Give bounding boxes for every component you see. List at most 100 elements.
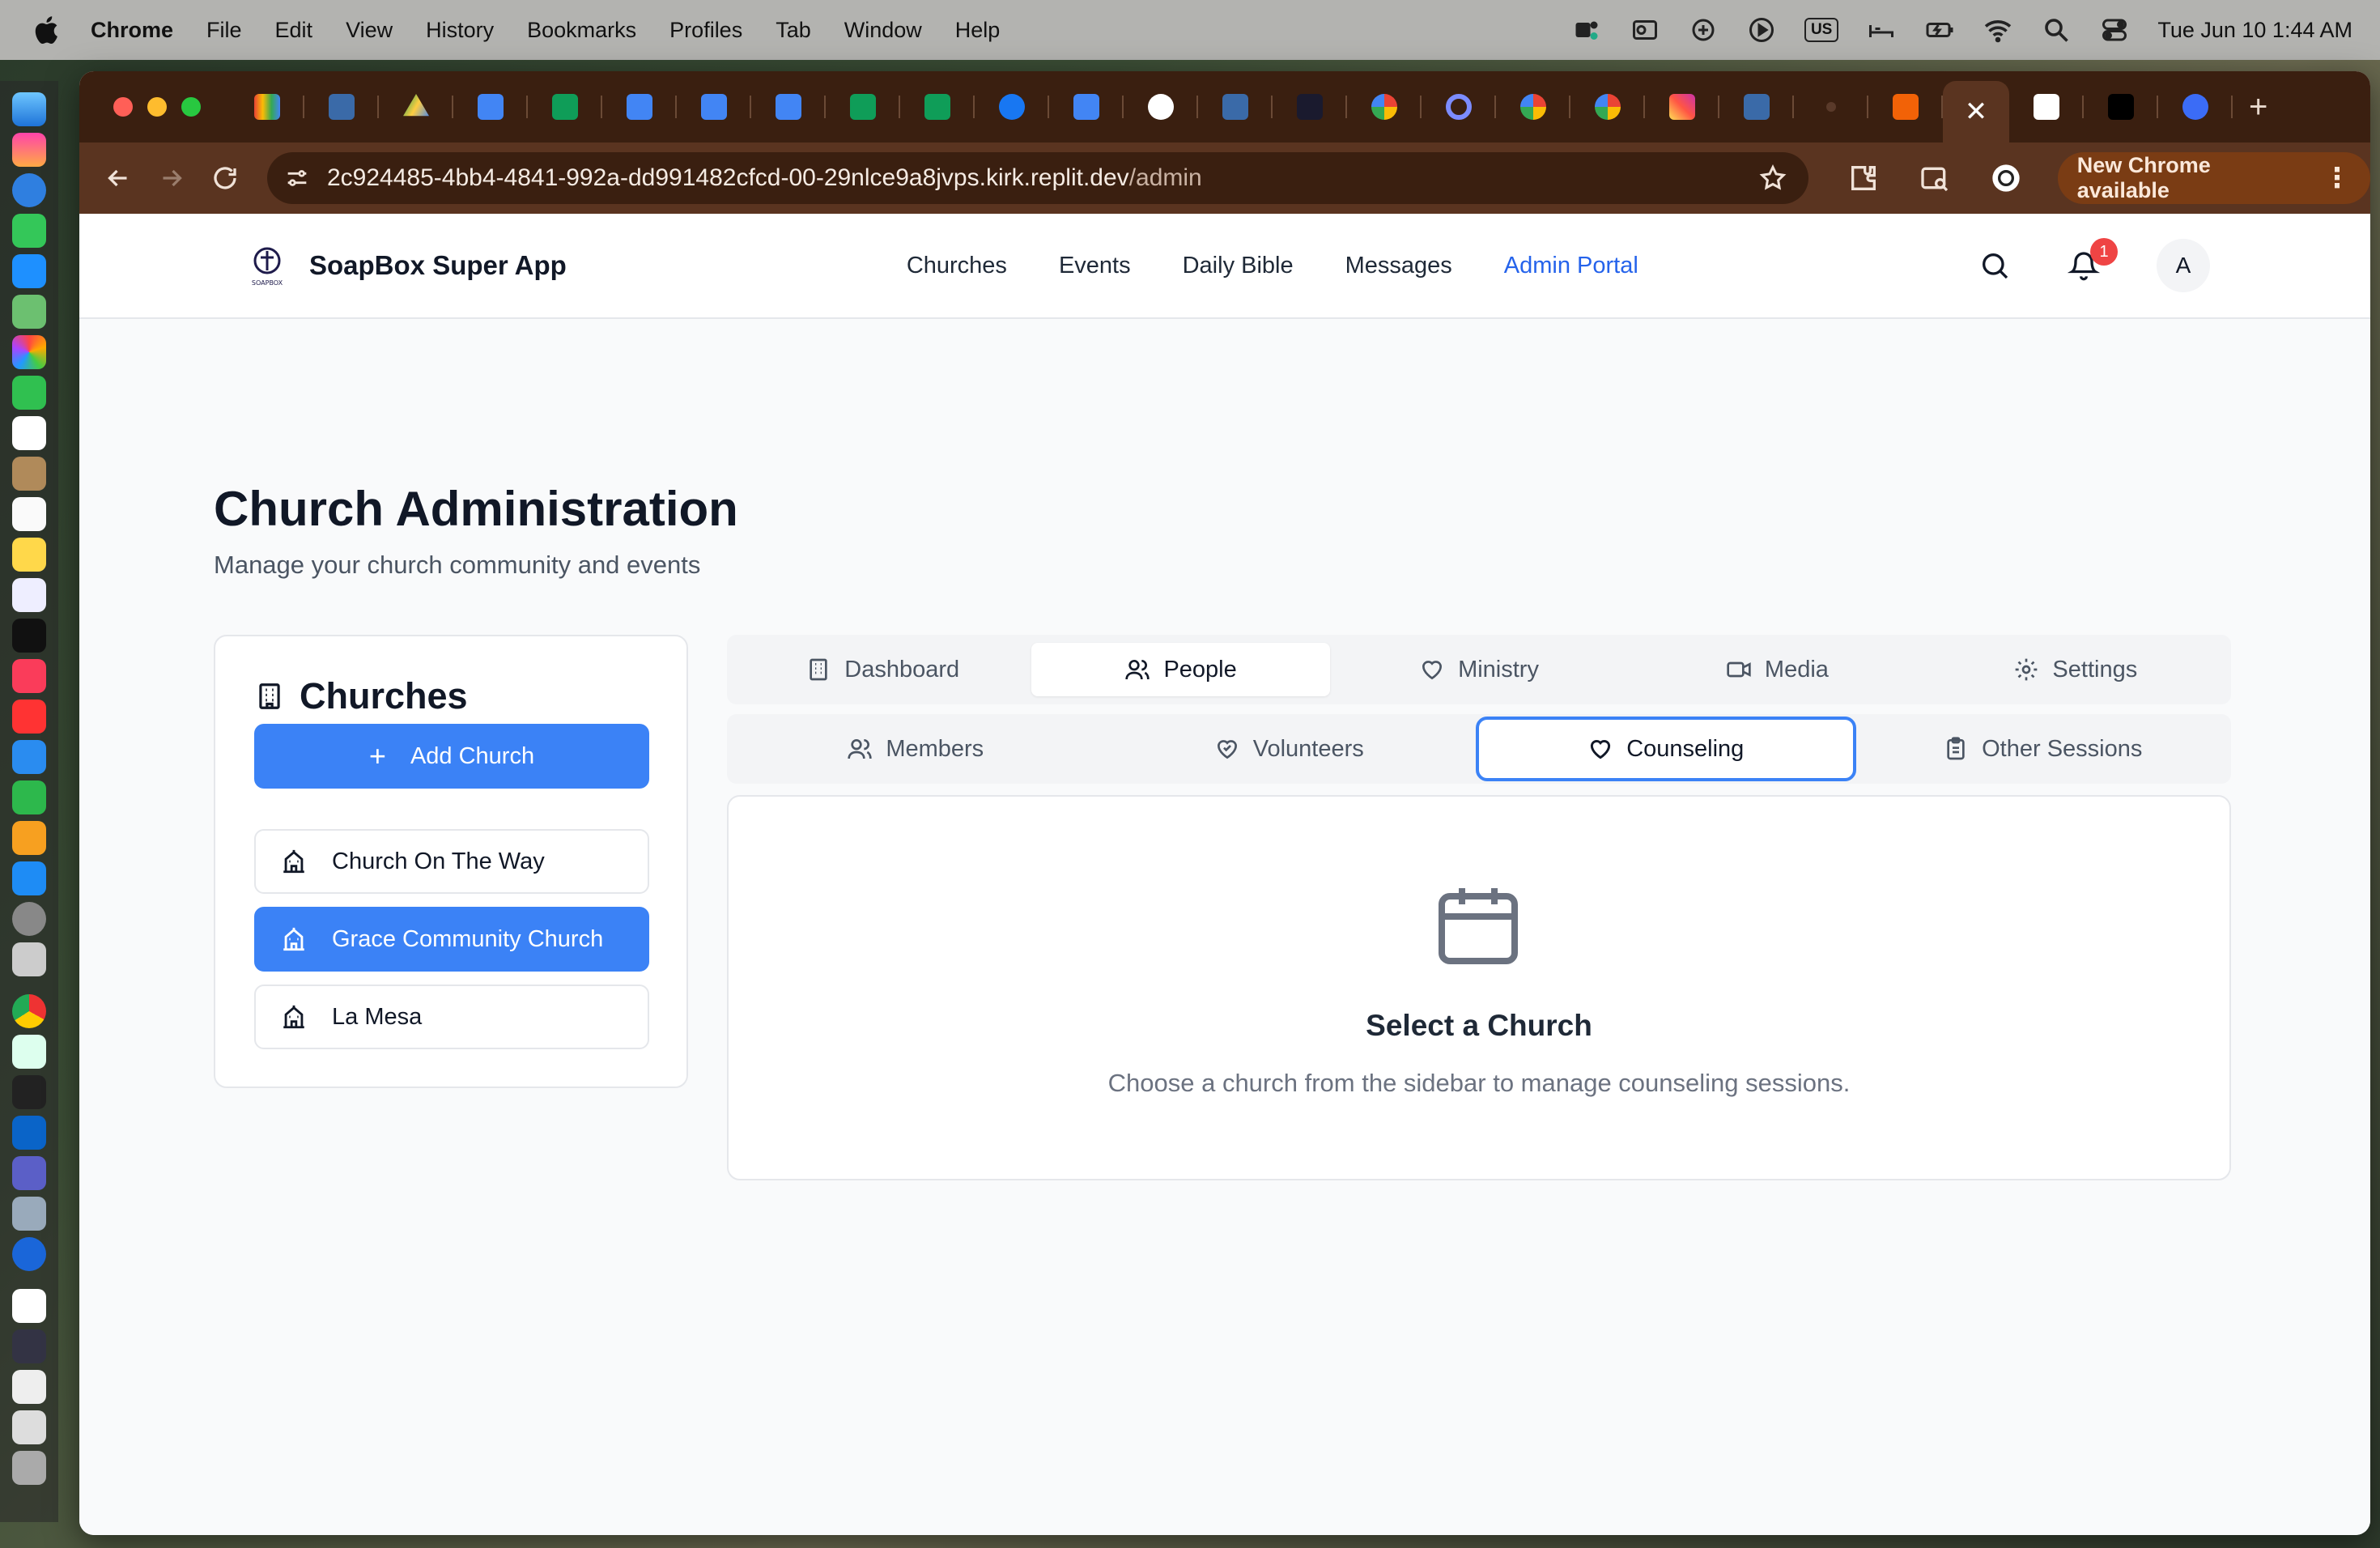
tab-search-icon[interactable] <box>1919 162 1951 194</box>
add-church-button[interactable]: + Add Church <box>254 724 649 789</box>
menu-bookmarks[interactable]: Bookmarks <box>527 18 636 43</box>
search-icon[interactable] <box>1978 249 2011 282</box>
tab-notion-3[interactable] <box>1719 71 1794 142</box>
nav-admin-portal[interactable]: Admin Portal <box>1504 253 1638 279</box>
brand[interactable]: SOAPBOX SoapBox Super App <box>244 243 567 288</box>
back-icon[interactable] <box>104 164 133 193</box>
close-window-button[interactable] <box>113 97 133 117</box>
tab-people[interactable]: People <box>1031 643 1330 696</box>
numbers-icon[interactable] <box>12 780 46 814</box>
calendar-small-icon[interactable] <box>12 1289 46 1323</box>
tab-replit[interactable] <box>1868 71 1943 142</box>
tab-openai-2[interactable] <box>2009 71 2084 142</box>
bookmark-star-icon[interactable] <box>1758 164 1787 193</box>
church-item-grace-community-church[interactable]: Grace Community Church <box>254 907 649 972</box>
notifications-button[interactable]: 1 <box>2067 238 2118 282</box>
tab-gmail[interactable] <box>230 71 304 142</box>
preview-icon[interactable] <box>12 1035 46 1069</box>
tab-blank[interactable] <box>1794 71 1868 142</box>
pages-icon[interactable] <box>12 821 46 855</box>
tab-members[interactable]: Members <box>729 717 1103 781</box>
new-tab-button[interactable]: + <box>2249 89 2267 125</box>
music-icon[interactable] <box>12 659 46 693</box>
app-store-icon[interactable] <box>12 861 46 895</box>
forward-icon[interactable] <box>157 164 186 193</box>
outlook-icon[interactable] <box>1630 15 1660 45</box>
menu-view[interactable]: View <box>346 18 393 43</box>
tab-other-sessions[interactable]: Other Sessions <box>1856 717 2230 781</box>
menu-help[interactable]: Help <box>955 18 1001 43</box>
zoom-window-button[interactable] <box>181 97 201 117</box>
new-chrome-available-button[interactable]: New Chrome available ⋮ <box>2057 152 2370 204</box>
profile-icon[interactable] <box>1990 162 2022 194</box>
facetime-icon[interactable] <box>12 376 46 410</box>
tab-counseling[interactable]: Counseling <box>1476 717 1856 781</box>
document-thumbnail-icon[interactable] <box>12 1370 46 1404</box>
extensions-icon[interactable] <box>1847 162 1880 194</box>
tab-sheets-1[interactable] <box>528 71 602 142</box>
tab-openai-1[interactable] <box>1124 71 1198 142</box>
news-icon[interactable] <box>12 700 46 734</box>
tab-blue-app[interactable] <box>2158 71 2233 142</box>
tab-instagram[interactable] <box>1645 71 1719 142</box>
outlook-dock-icon[interactable] <box>12 1116 46 1150</box>
more-options-icon[interactable]: ⋮ <box>2323 164 2351 192</box>
iphone-mirroring-icon[interactable] <box>12 942 46 976</box>
keynote-icon[interactable] <box>12 740 46 774</box>
tab-dark-app[interactable] <box>1273 71 1347 142</box>
menu-history[interactable]: History <box>426 18 494 43</box>
tab-docs-3[interactable] <box>677 71 751 142</box>
tab-google-1[interactable] <box>1347 71 1422 142</box>
nav-churches[interactable]: Churches <box>907 253 1007 279</box>
spotlight-search-icon[interactable] <box>2041 15 2072 45</box>
play-icon[interactable] <box>1746 15 1777 45</box>
launchpad-icon[interactable] <box>12 133 46 167</box>
control-center-icon[interactable] <box>2099 15 2130 45</box>
wifi-icon[interactable] <box>1983 15 2013 45</box>
system-settings-icon[interactable] <box>12 902 46 936</box>
tab-docs-1[interactable] <box>453 71 528 142</box>
window-thumbnail-icon[interactable] <box>12 1329 46 1363</box>
tv-icon[interactable] <box>12 619 46 653</box>
trash-icon[interactable] <box>12 1451 46 1485</box>
tab-settings[interactable]: Settings <box>1927 643 2225 696</box>
reload-icon[interactable] <box>210 164 240 193</box>
address-bar[interactable]: 2c924485-4bb4-4841-992a-dd991482cfcd-00-… <box>267 152 1808 204</box>
tab-dashboard[interactable]: Dashboard <box>733 643 1031 696</box>
url-text[interactable]: 2c924485-4bb4-4841-992a-dd991482cfcd-00-… <box>327 164 1758 192</box>
tab-google-3[interactable] <box>1570 71 1645 142</box>
site-settings-icon[interactable] <box>283 164 311 192</box>
onepassword-icon[interactable] <box>12 1237 46 1271</box>
tab-media[interactable]: Media <box>1628 643 1926 696</box>
nav-daily-bible[interactable]: Daily Bible <box>1183 253 1294 279</box>
menubar-clock[interactable]: Tue Jun 10 1:44 AM <box>2157 18 2352 43</box>
finder-icon[interactable] <box>12 92 46 126</box>
teams-dock-icon[interactable] <box>12 1156 46 1190</box>
menu-app-name[interactable]: Chrome <box>91 18 173 43</box>
battery-icon[interactable] <box>1924 15 1955 45</box>
tab-x[interactable] <box>2084 71 2158 142</box>
tab-notion[interactable] <box>304 71 379 142</box>
tab-notion-2[interactable] <box>1198 71 1273 142</box>
downloads-icon[interactable] <box>12 1410 46 1444</box>
chrome-icon[interactable] <box>12 994 46 1028</box>
terminal-icon[interactable] <box>12 1075 46 1109</box>
messages-icon[interactable] <box>12 214 46 248</box>
tab-docs-2[interactable] <box>602 71 677 142</box>
vpn-icon[interactable] <box>1688 15 1719 45</box>
tab-docs-5[interactable] <box>1049 71 1124 142</box>
tab-facebook[interactable] <box>975 71 1049 142</box>
tab-ministry[interactable]: Ministry <box>1330 643 1628 696</box>
menu-file[interactable]: File <box>206 18 242 43</box>
tab-google-2[interactable] <box>1496 71 1570 142</box>
tab-drive[interactable] <box>379 71 453 142</box>
teams-icon[interactable] <box>1571 15 1602 45</box>
tab-sheets-3[interactable] <box>900 71 975 142</box>
notes-icon[interactable] <box>12 538 46 572</box>
safari-icon[interactable] <box>12 173 46 207</box>
nav-messages[interactable]: Messages <box>1345 253 1452 279</box>
freeform-icon[interactable] <box>12 578 46 612</box>
maps-icon[interactable] <box>12 295 46 329</box>
tab-docs-4[interactable] <box>751 71 826 142</box>
tab-sheets-2[interactable] <box>826 71 900 142</box>
